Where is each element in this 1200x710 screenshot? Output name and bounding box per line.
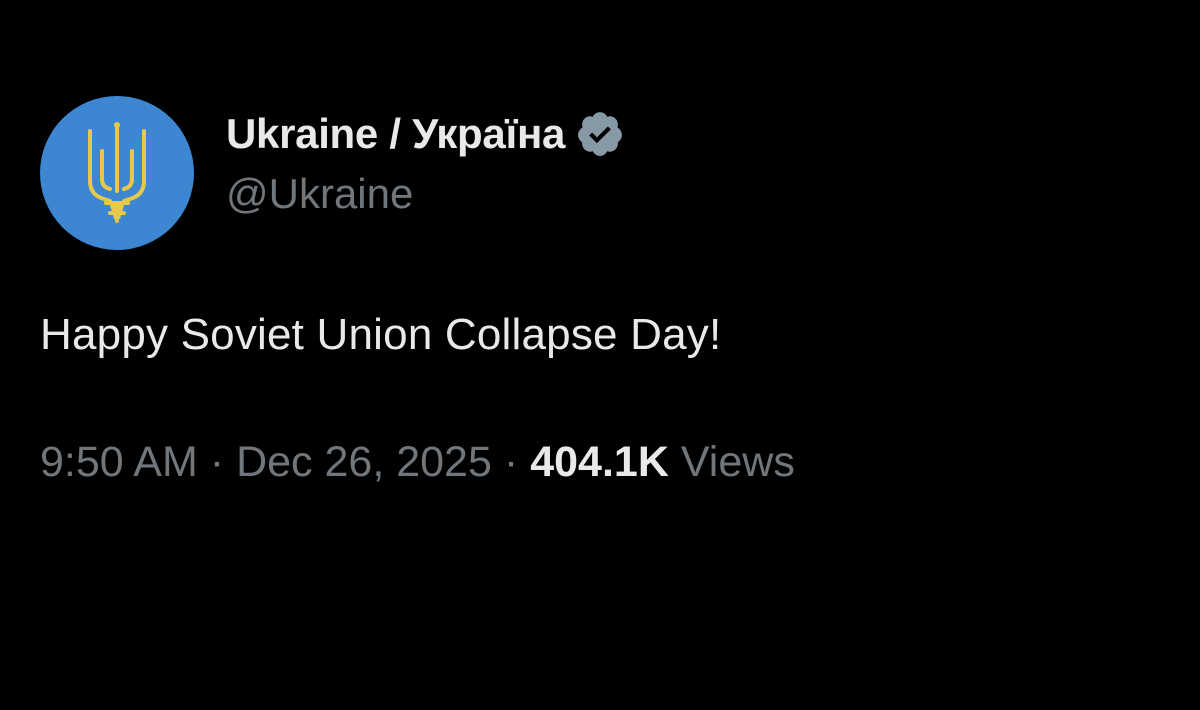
views-count[interactable]: 404.1K (530, 438, 669, 487)
tweet-date[interactable]: Dec 26, 2025 (236, 438, 492, 487)
tweet-card: Ukraine / Україна @Ukraine Happy Soviet … (40, 96, 1160, 487)
author-identity: Ukraine / Україна @Ukraine (226, 96, 625, 218)
trident-icon (88, 122, 146, 223)
tweet-time[interactable]: 9:50 AM (40, 438, 198, 487)
meta-separator: · (503, 438, 519, 486)
tweet-header: Ukraine / Україна @Ukraine (40, 96, 1160, 250)
name-row: Ukraine / Україна (226, 104, 625, 164)
author-handle[interactable]: @Ukraine (226, 170, 625, 218)
meta-separator: · (209, 438, 225, 486)
display-name[interactable]: Ukraine / Україна (226, 110, 565, 158)
tweet-meta: 9:50 AM · Dec 26, 2025 · 404.1K Views (40, 438, 1160, 487)
avatar[interactable] (40, 96, 194, 250)
tweet-text: Happy Soviet Union Collapse Day! (40, 310, 722, 359)
views-label: Views (680, 438, 795, 486)
verified-badge-icon (578, 112, 622, 156)
